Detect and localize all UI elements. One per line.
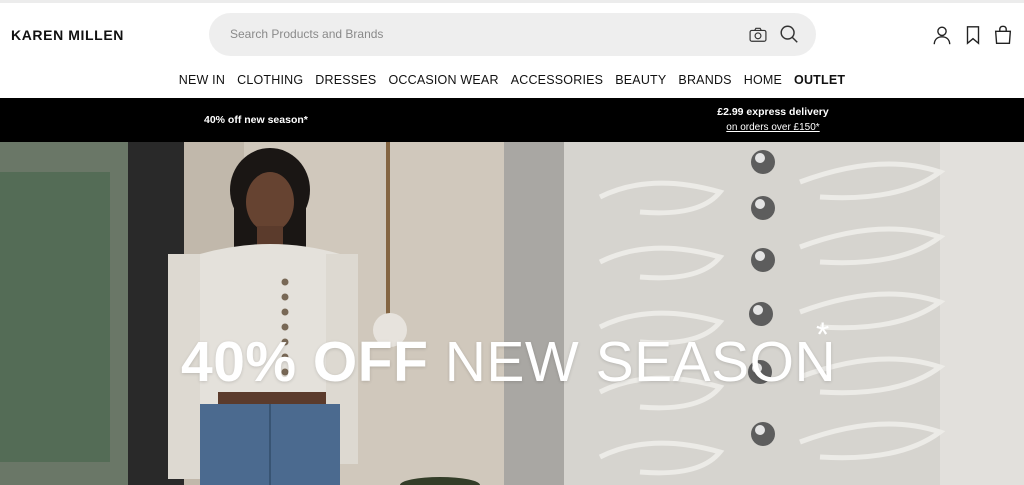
nav-item-brands[interactable]: BRANDS	[678, 73, 731, 93]
account-icon[interactable]	[931, 24, 953, 46]
nav-item-outlet[interactable]: OUTLET	[794, 73, 845, 93]
bag-icon[interactable]	[992, 24, 1014, 46]
hero-asterisk: *	[816, 316, 830, 354]
nav-item-clothing[interactable]: CLOTHING	[237, 73, 303, 93]
hero-headline-light: NEW SEASON	[444, 330, 837, 394]
main-nav: NEW IN CLOTHING DRESSES OCCASION WEAR AC…	[0, 73, 1024, 93]
nav-item-beauty[interactable]: BEAUTY	[615, 73, 666, 93]
hero-banner[interactable]: 40% OFF NEW SEASON *	[0, 142, 1024, 485]
promo-banner: 40% off new season* £2.99 express delive…	[0, 98, 1024, 142]
search-bar[interactable]: Search Products and Brands	[209, 13, 816, 56]
nav-item-dresses[interactable]: DRESSES	[315, 73, 376, 93]
promo-delivery-link[interactable]: on orders over £150*	[0, 122, 1024, 133]
camera-icon[interactable]	[748, 25, 768, 45]
nav-item-accessories[interactable]: ACCESSORIES	[511, 73, 604, 93]
bookmark-icon[interactable]	[962, 24, 984, 46]
promo-delivery-title: £2.99 express delivery	[717, 106, 829, 118]
nav-item-new-in[interactable]: NEW IN	[179, 73, 225, 93]
nav-item-occasion-wear[interactable]: OCCASION WEAR	[388, 73, 498, 93]
hero-image	[0, 142, 1024, 485]
hero-headline-bold: 40% OFF	[181, 330, 429, 394]
site-header: KAREN MILLEN Search Products and Brands	[0, 3, 1024, 65]
nav-item-home[interactable]: HOME	[744, 73, 782, 93]
search-input[interactable]: Search Products and Brands	[230, 27, 383, 41]
search-icon[interactable]	[778, 23, 800, 45]
brand-logo[interactable]: KAREN MILLEN	[11, 27, 124, 43]
hero-headline: 40% OFF NEW SEASON	[181, 334, 836, 391]
